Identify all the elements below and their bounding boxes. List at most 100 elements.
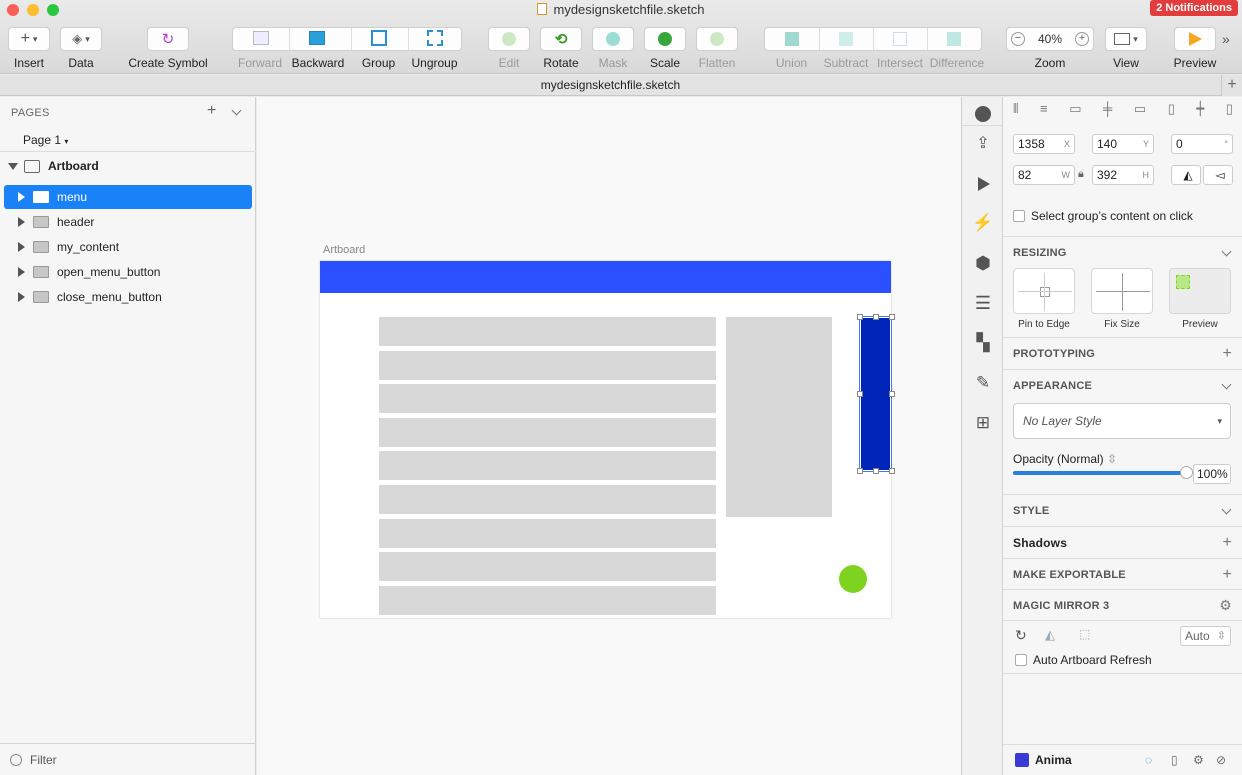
- align-bottom-icon[interactable]: ▯: [1226, 101, 1233, 121]
- filter-bar[interactable]: Filter: [0, 743, 256, 775]
- flatten-button[interactable]: Flatten: [695, 27, 739, 73]
- add-image-icon[interactable]: ⊞: [972, 413, 994, 435]
- shadows-section-header[interactable]: Shadows +: [1003, 526, 1242, 558]
- canvas[interactable]: Artboard: [257, 97, 961, 775]
- selection-handle[interactable]: [889, 391, 895, 397]
- artboard-layer[interactable]: Artboard: [8, 159, 99, 173]
- make-exportable-section-header[interactable]: MAKE EXPORTABLE +: [1003, 558, 1242, 590]
- content-row[interactable]: [379, 585, 716, 615]
- play-icon[interactable]: [972, 173, 994, 195]
- fix-size-control[interactable]: [1091, 268, 1153, 314]
- auto-artboard-refresh-option[interactable]: Auto Artboard Refresh: [1015, 653, 1152, 667]
- selection-handle[interactable]: [889, 314, 895, 320]
- view-button[interactable]: ▾ View: [1104, 27, 1148, 73]
- y-position-field[interactable]: 140 Y: [1092, 134, 1154, 154]
- ungroup-button[interactable]: Ungroup: [407, 51, 462, 73]
- pin-to-edge-control[interactable]: [1013, 268, 1075, 314]
- selection-handle[interactable]: [857, 391, 863, 397]
- zoom-in-button[interactable]: +: [1075, 32, 1089, 46]
- prototyping-section-header[interactable]: PROTOTYPING +: [1003, 337, 1242, 369]
- forward-button[interactable]: Forward: [232, 51, 288, 73]
- artboard-title-label[interactable]: Artboard: [323, 244, 365, 256]
- align-left-icon[interactable]: ▭: [1069, 101, 1081, 121]
- content-row[interactable]: [379, 485, 716, 514]
- content-row[interactable]: [379, 451, 716, 481]
- insert-button[interactable]: + ▾ Insert: [7, 27, 51, 73]
- distribute-vertical-icon[interactable]: ≡: [1040, 101, 1048, 121]
- preview-button[interactable]: Preview: [1173, 27, 1217, 73]
- align-right-icon[interactable]: ▭: [1134, 101, 1146, 121]
- add-page-button[interactable]: +: [207, 102, 216, 120]
- rotate-button[interactable]: ⟲ Rotate: [539, 27, 583, 73]
- select-group-checkbox[interactable]: [1013, 210, 1025, 222]
- create-symbol-button[interactable]: ↻ Create Symbol: [128, 27, 208, 73]
- content-row[interactable]: [379, 417, 716, 447]
- content-row[interactable]: [379, 552, 716, 582]
- open-menu-button-circle[interactable]: [839, 565, 867, 593]
- layer-item-open-menu-button[interactable]: open_menu_button: [4, 260, 252, 284]
- content-row[interactable]: [379, 317, 716, 346]
- current-page-selector[interactable]: Page 1 ▾: [23, 133, 68, 147]
- align-center-icon[interactable]: ╪: [1103, 101, 1112, 121]
- opacity-value-field[interactable]: 100%: [1193, 464, 1231, 484]
- distribute-horizontal-icon[interactable]: ⫴: [1013, 101, 1018, 121]
- selection-handle[interactable]: [889, 468, 895, 474]
- settings-icon[interactable]: ⚙: [1193, 753, 1204, 767]
- height-field[interactable]: 392 H: [1092, 165, 1154, 185]
- edit-button[interactable]: Edit: [487, 27, 531, 73]
- selection-handle[interactable]: [873, 314, 879, 320]
- flip-vertical-button[interactable]: ◅: [1203, 165, 1233, 185]
- opacity-slider[interactable]: [1013, 466, 1193, 479]
- scale-button[interactable]: Scale: [643, 27, 687, 73]
- data-button[interactable]: ◈ ▾ Data: [60, 27, 102, 73]
- disclosure-icon[interactable]: [18, 292, 25, 302]
- chat-icon[interactable]: ◌: [1145, 753, 1152, 767]
- content-row[interactable]: [379, 350, 716, 380]
- document-tab[interactable]: mydesignsketchfile.sketch: [0, 75, 1221, 96]
- book-icon[interactable]: ▯: [1171, 753, 1178, 767]
- layer-item-header[interactable]: header: [4, 210, 252, 234]
- lightning-icon[interactable]: ⚡: [972, 213, 994, 235]
- layout-grid-icon[interactable]: ▚: [972, 333, 994, 355]
- toolbar-overflow-icon[interactable]: »: [1222, 31, 1230, 47]
- selection-handle[interactable]: [857, 468, 863, 474]
- difference-button[interactable]: Difference: [927, 51, 987, 73]
- selection-handle[interactable]: [873, 468, 879, 474]
- mirror-icon[interactable]: ◭: [1045, 627, 1055, 643]
- notifications-badge[interactable]: 2 Notifications: [1150, 0, 1238, 16]
- layer-item-close-menu-button[interactable]: close_menu_button: [4, 285, 252, 309]
- x-position-field[interactable]: 1358 X: [1013, 134, 1075, 154]
- edit-image-icon[interactable]: ✎: [972, 373, 994, 395]
- layer-style-select[interactable]: No Layer Style ▾: [1013, 403, 1231, 439]
- collapse-pages-icon[interactable]: [231, 105, 242, 116]
- disclosure-icon[interactable]: [18, 217, 25, 227]
- mirror-mode-select[interactable]: Auto ⇳: [1180, 626, 1231, 646]
- selection-handle[interactable]: [857, 314, 863, 320]
- layer-item-menu[interactable]: menu: [4, 185, 252, 209]
- layer-item-my-content[interactable]: my_content: [4, 235, 252, 259]
- group-button[interactable]: Group: [350, 51, 407, 73]
- width-field[interactable]: 82 W: [1013, 165, 1075, 185]
- disclosure-icon[interactable]: [18, 192, 25, 202]
- style-icon[interactable]: [972, 103, 994, 125]
- list-icon[interactable]: ☰: [972, 293, 994, 315]
- content-sidebar-block[interactable]: [726, 317, 832, 517]
- union-button[interactable]: Union: [764, 51, 819, 73]
- backward-button[interactable]: Backward: [288, 51, 348, 73]
- export-icon[interactable]: ⇪: [972, 133, 994, 155]
- align-top-icon[interactable]: ▯: [1168, 101, 1175, 121]
- lock-ratio-icon[interactable]: 🔒︎: [1078, 168, 1084, 181]
- magic-mirror-section-header[interactable]: MAGIC MIRROR 3 ⚙: [1003, 589, 1242, 621]
- artboard[interactable]: [320, 261, 895, 618]
- new-tab-button[interactable]: +: [1221, 75, 1242, 96]
- compass-icon[interactable]: ⊘: [1216, 753, 1226, 767]
- flip-horizontal-button[interactable]: ◭: [1171, 165, 1201, 185]
- refresh-icon[interactable]: ↻: [1015, 627, 1027, 644]
- hexagon-icon[interactable]: ⬢: [972, 253, 994, 275]
- subtract-button[interactable]: Subtract: [819, 51, 873, 73]
- content-row[interactable]: [379, 518, 716, 548]
- rotate-mirror-icon[interactable]: ⬚: [1079, 627, 1090, 641]
- select-group-content-option[interactable]: Select group’s content on click: [1013, 209, 1193, 223]
- intersect-button[interactable]: Intersect: [873, 51, 927, 73]
- appearance-section-header[interactable]: APPEARANCE: [1003, 369, 1242, 401]
